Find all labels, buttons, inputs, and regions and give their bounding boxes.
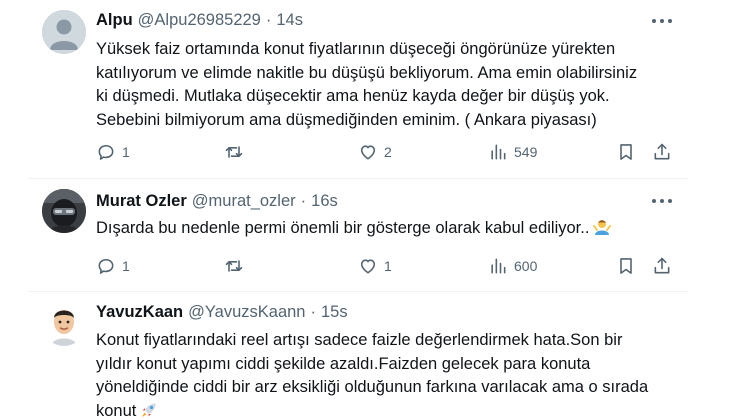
separator-dot: · — [310, 303, 316, 321]
author-name[interactable]: Alpu — [96, 11, 133, 30]
tweet-header: Murat Ozler @murat_ozler · 16s — [96, 192, 338, 211]
like-button[interactable]: 2 — [358, 140, 392, 164]
memoji-avatar-icon — [42, 302, 86, 346]
bookmark-icon — [620, 258, 632, 274]
tweet-text-line: katılıyorum ve elimde nakitle bu düşüşü … — [96, 63, 638, 82]
share-button[interactable] — [652, 140, 672, 164]
tweet-text-line: yıldır konut yapımı ciddi şekilde azaldı… — [96, 354, 591, 373]
reply-button[interactable]: 1 — [96, 254, 130, 278]
retweet-icon — [225, 146, 243, 158]
bookmark-button[interactable] — [616, 254, 636, 278]
share-icon — [654, 257, 670, 274]
retweet-icon — [225, 260, 243, 272]
tweet-text-line: yöneldiğinde ciddi bir arz eksikliği old… — [96, 378, 649, 396]
tweet-actions: 1 1 600 — [96, 254, 676, 278]
view-count: 549 — [514, 144, 538, 160]
tweet-2[interactable]: Murat Ozler @murat_ozler · 16s Dışarda b… — [0, 179, 730, 291]
author-handle[interactable]: @murat_ozler — [192, 192, 296, 211]
tweet-text: Konut fiyatlarındaki reel artışı sadece … — [96, 329, 686, 420]
tweet-3[interactable]: YavuzKaan @YavuzsKaann · 15s Konut fiyat… — [0, 292, 730, 420]
author-name[interactable]: Murat Ozler — [96, 192, 187, 211]
tweet-text-content: konut — [96, 401, 137, 420]
views-chart-icon — [491, 144, 506, 160]
like-button[interactable]: 1 — [358, 254, 392, 278]
tweet-text-line: Yüksek faiz ortamında konut fiyatlarının… — [96, 40, 616, 58]
tweet-text-line: Sebebini bilmiyorum ama düşmediğinden em… — [96, 110, 597, 129]
reply-icon — [98, 258, 114, 274]
tweet-text: Dışarda bu nedenle permi önemli bir göst… — [96, 217, 686, 241]
avatar-default[interactable] — [42, 10, 86, 54]
timestamp[interactable]: 14s — [276, 11, 303, 30]
share-button[interactable] — [652, 254, 672, 278]
bookmark-icon — [620, 144, 632, 160]
tweet-text-line: Konut fiyatlarındaki reel artışı sadece … — [96, 331, 623, 349]
like-count: 1 — [384, 258, 392, 274]
tweet-text-line: konut — [96, 400, 686, 420]
reply-button[interactable]: 1 — [96, 140, 130, 164]
author-handle[interactable]: @Alpu26985229 — [138, 11, 261, 30]
more-options-icon[interactable] — [652, 18, 672, 24]
timestamp[interactable]: 15s — [321, 303, 348, 322]
default-avatar-icon — [42, 10, 86, 54]
tweet-1[interactable]: Alpu @Alpu26985229 · 14s Yüksek faiz ort… — [0, 0, 730, 178]
reply-count: 1 — [122, 144, 130, 160]
tweet-actions: 1 2 549 — [96, 140, 676, 164]
views-button[interactable]: 549 — [488, 140, 537, 164]
views-chart-icon — [491, 258, 506, 274]
tweet-text-line: Dışarda bu nedenle permi önemli bir göst… — [96, 217, 686, 241]
view-count: 600 — [514, 258, 538, 274]
avatar-murat-ozler[interactable] — [42, 189, 86, 233]
retweet-button[interactable] — [224, 140, 250, 164]
author-handle[interactable]: @YavuzsKaann — [188, 303, 305, 322]
separator-dot: · — [265, 11, 272, 29]
tweet-text-line: ki düşmedi. Mutlaka düşecektir ama henüz… — [96, 87, 610, 105]
tweet-text: Yüksek faiz ortamında konut fiyatlarının… — [96, 38, 686, 132]
tweet-header: YavuzKaan @YavuzsKaann · 15s — [96, 303, 348, 322]
separator-dot: · — [300, 192, 307, 210]
masked-soldier-avatar-icon — [42, 189, 86, 233]
share-icon — [654, 143, 670, 160]
heart-icon — [360, 145, 376, 160]
like-count: 2 — [384, 144, 392, 160]
bookmark-button[interactable] — [616, 140, 636, 164]
heart-icon — [360, 259, 376, 274]
reply-icon — [98, 144, 114, 160]
person-shrugging-emoji — [593, 220, 612, 235]
tweet-text-content: Dışarda bu nedenle permi önemli bir göst… — [96, 219, 590, 237]
author-name[interactable]: YavuzKaan — [96, 303, 183, 322]
views-button[interactable]: 600 — [488, 254, 537, 278]
reply-count: 1 — [122, 258, 130, 274]
more-options-icon[interactable] — [652, 198, 672, 204]
avatar-yavuzkaan[interactable] — [42, 302, 86, 346]
tweet-header: Alpu @Alpu26985229 · 14s — [96, 11, 303, 30]
retweet-button[interactable] — [224, 254, 250, 278]
timestamp[interactable]: 16s — [311, 192, 338, 211]
rocket-emoji — [142, 403, 156, 417]
